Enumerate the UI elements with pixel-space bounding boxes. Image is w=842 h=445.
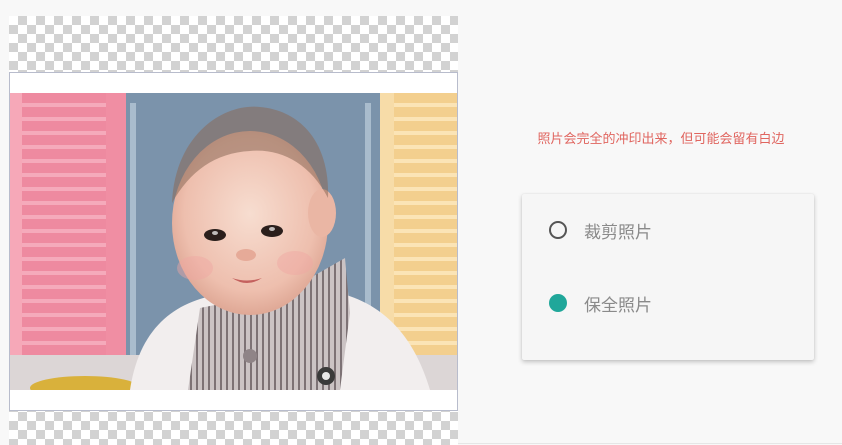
option-crop-photo[interactable]: 裁剪照片 xyxy=(522,210,814,250)
print-paper xyxy=(9,72,458,411)
radio-checked-icon[interactable] xyxy=(549,294,567,312)
photo-preview-area xyxy=(9,16,458,445)
print-mode-options: 裁剪照片 保全照片 xyxy=(522,194,814,360)
baby-photo xyxy=(10,93,457,390)
hint-text: 照片会完全的冲印出来，但可能会留有白边 xyxy=(537,132,785,147)
divider xyxy=(458,443,842,444)
option-keep-full-photo[interactable]: 保全照片 xyxy=(522,283,814,323)
option-label-crop: 裁剪照片 xyxy=(584,222,652,243)
photo-image xyxy=(10,93,457,390)
option-label-keep: 保全照片 xyxy=(584,295,652,316)
radio-unchecked-icon[interactable] xyxy=(549,221,567,239)
